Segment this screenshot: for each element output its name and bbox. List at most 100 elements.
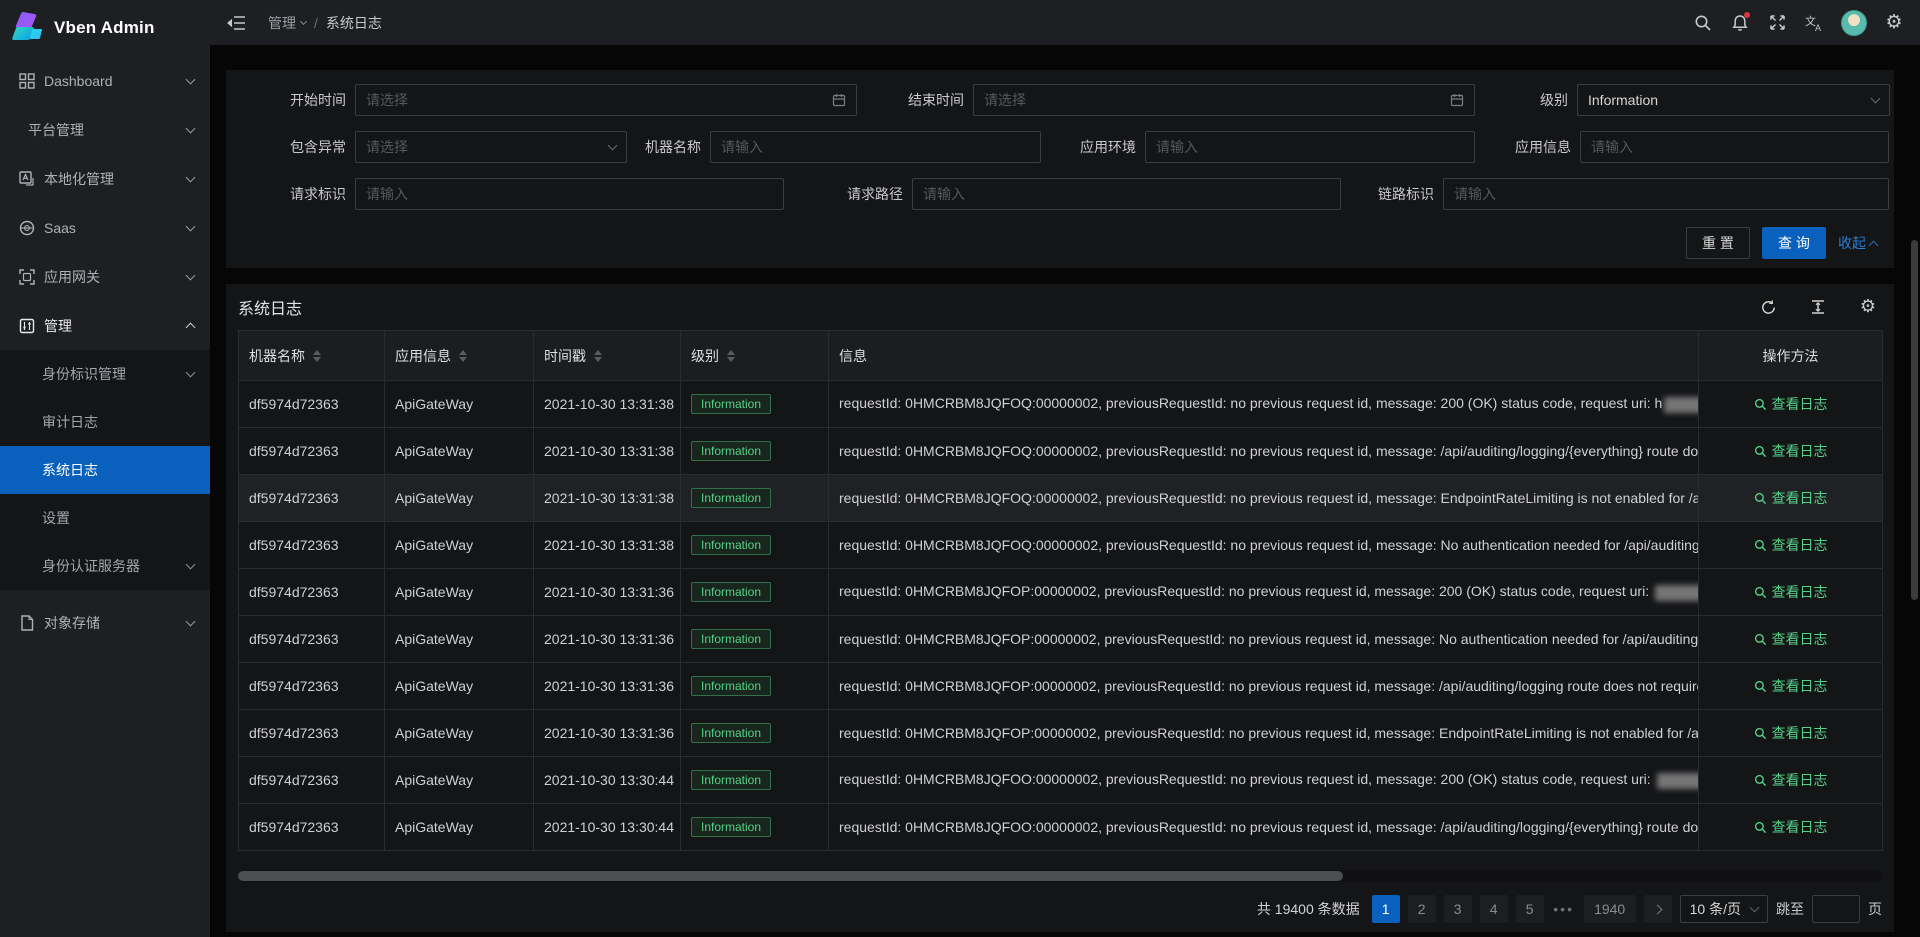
- sidebar-item-platform[interactable]: 平台管理: [0, 105, 210, 154]
- level-badge: Information: [691, 817, 771, 837]
- col-header-machine[interactable]: 机器名称: [239, 331, 385, 381]
- sidebar-item-manage[interactable]: 管理: [0, 301, 210, 350]
- calendar-icon: [832, 93, 846, 107]
- reset-button[interactable]: 重 置: [1686, 227, 1750, 259]
- column-settings-gear-icon[interactable]: ⚙: [1854, 293, 1882, 321]
- sidebar-item-object-storage[interactable]: 对象存储: [0, 598, 210, 647]
- page-unit-label: 页: [1868, 899, 1882, 919]
- cell-machine: df5974d72363: [239, 663, 385, 710]
- view-log-link[interactable]: 查看日志: [1754, 394, 1828, 414]
- sort-icon[interactable]: [727, 350, 735, 362]
- view-log-link[interactable]: 查看日志: [1754, 629, 1828, 649]
- breadcrumb-section[interactable]: 管理: [268, 13, 306, 33]
- scrollbar-thumb[interactable]: [238, 871, 1343, 881]
- sidebar-subitem-settings[interactable]: 设置: [0, 494, 210, 542]
- sidebar-item-label: 对象存储: [44, 613, 187, 633]
- page-button-4[interactable]: 4: [1480, 895, 1508, 923]
- view-log-link[interactable]: 查看日志: [1754, 770, 1828, 790]
- avatar[interactable]: [1841, 10, 1867, 36]
- app-logo[interactable]: Vben Admin: [0, 0, 210, 56]
- view-log-link[interactable]: 查看日志: [1754, 723, 1828, 743]
- view-log-link[interactable]: 查看日志: [1754, 676, 1828, 696]
- app-env-input[interactable]: [1156, 139, 1464, 155]
- level-select[interactable]: Information: [1577, 84, 1890, 116]
- table-header-row: 机器名称 应用信息 时间戳 级别 信息 操作方法: [239, 331, 1883, 381]
- page-button-2[interactable]: 2: [1408, 895, 1436, 923]
- sort-icon[interactable]: [459, 350, 467, 362]
- request-id-input[interactable]: [366, 186, 773, 202]
- cell-machine: df5974d72363: [239, 522, 385, 569]
- translate-icon[interactable]: 文A: [1800, 9, 1828, 37]
- sort-icon[interactable]: [313, 350, 321, 362]
- next-page-button[interactable]: [1644, 895, 1672, 923]
- exception-select[interactable]: 请选择: [355, 131, 627, 163]
- fullscreen-icon[interactable]: [1763, 9, 1791, 37]
- sidebar-item-saas[interactable]: Saas: [0, 203, 210, 252]
- page-ellipsis[interactable]: •••: [1552, 901, 1576, 917]
- cell-app: ApiGateWay: [385, 428, 534, 475]
- trace-id-input[interactable]: [1454, 186, 1878, 202]
- col-header-level[interactable]: 级别: [681, 331, 829, 381]
- end-time-picker[interactable]: 请选择: [973, 84, 1475, 116]
- page-button-last[interactable]: 1940: [1584, 895, 1636, 923]
- table-row: df5974d72363 ApiGateWay 2021-10-30 13:31…: [239, 663, 1883, 710]
- app-info-input[interactable]: [1591, 139, 1878, 155]
- sidebar-subitem-label: 身份认证服务器: [42, 556, 187, 576]
- page-size-select[interactable]: 10 条/页: [1680, 895, 1768, 923]
- view-log-link[interactable]: 查看日志: [1754, 535, 1828, 555]
- cell-action: 查看日志: [1699, 663, 1883, 710]
- jump-page-input[interactable]: [1812, 895, 1860, 923]
- search-button[interactable]: 查 询: [1762, 227, 1826, 259]
- sidebar-item-gateway[interactable]: 应用网关: [0, 252, 210, 301]
- machine-name-input[interactable]: [721, 139, 1030, 155]
- cell-time: 2021-10-30 13:30:44: [534, 757, 681, 804]
- bell-icon[interactable]: [1726, 9, 1754, 37]
- page-button-3[interactable]: 3: [1444, 895, 1472, 923]
- horizontal-scrollbar[interactable]: [238, 870, 1882, 882]
- notification-badge: [1744, 12, 1750, 18]
- trace-id-input-wrap: [1443, 178, 1889, 210]
- scrollbar-thumb[interactable]: [1911, 240, 1918, 600]
- localization-icon: [18, 170, 36, 188]
- cell-message: requestId: 0HMCRBM8JQFOQ:00000002, previ…: [829, 475, 1699, 522]
- sidebar-subitem-audit-log[interactable]: 审计日志: [0, 398, 210, 446]
- sidebar-subitem-auth-server[interactable]: 身份认证服务器: [0, 542, 210, 590]
- collapse-link[interactable]: 收起: [1838, 233, 1877, 253]
- table-row: df5974d72363 ApiGateWay 2021-10-30 13:30…: [239, 804, 1883, 851]
- col-header-time[interactable]: 时间戳: [534, 331, 681, 381]
- page-button-1[interactable]: 1: [1372, 895, 1400, 923]
- sidebar-subitem-system-log[interactable]: 系统日志: [0, 446, 210, 494]
- start-time-picker[interactable]: 请选择: [355, 84, 857, 116]
- search-icon[interactable]: [1689, 9, 1717, 37]
- sort-icon[interactable]: [594, 350, 602, 362]
- cell-level: Information: [681, 381, 829, 428]
- vertical-scrollbar[interactable]: [1910, 45, 1918, 937]
- row-height-icon[interactable]: [1804, 293, 1832, 321]
- chevron-down-icon: [186, 74, 196, 84]
- col-header-app[interactable]: 应用信息: [385, 331, 534, 381]
- settings-gear-icon[interactable]: ⚙: [1880, 9, 1908, 37]
- cell-machine: df5974d72363: [239, 616, 385, 663]
- sidebar-subitem-identity-mgmt[interactable]: 身份标识管理: [0, 350, 210, 398]
- cell-level: Information: [681, 569, 829, 616]
- view-log-link[interactable]: 查看日志: [1754, 488, 1828, 508]
- manage-submenu: 身份标识管理 审计日志 系统日志 设置 身份认证服务器: [0, 350, 210, 590]
- app-env-label: 应用环境: [1074, 131, 1136, 163]
- refresh-icon[interactable]: [1754, 293, 1782, 321]
- sidebar-item-localization[interactable]: 本地化管理: [0, 154, 210, 203]
- cell-level: Information: [681, 475, 829, 522]
- sidebar-item-dashboard[interactable]: Dashboard: [0, 56, 210, 105]
- view-log-link[interactable]: 查看日志: [1754, 817, 1828, 837]
- cell-app: ApiGateWay: [385, 522, 534, 569]
- manage-icon: [18, 317, 36, 335]
- cell-level: Information: [681, 616, 829, 663]
- app-info-label: 应用信息: [1509, 131, 1571, 163]
- page-button-5[interactable]: 5: [1516, 895, 1544, 923]
- menu-fold-icon[interactable]: [222, 9, 250, 37]
- view-log-link[interactable]: 查看日志: [1754, 582, 1828, 602]
- dashboard-icon: [18, 72, 36, 90]
- view-log-link[interactable]: 查看日志: [1754, 441, 1828, 461]
- request-path-input[interactable]: [923, 186, 1330, 202]
- level-badge: Information: [691, 770, 771, 790]
- app-info-input-wrap: [1580, 131, 1889, 163]
